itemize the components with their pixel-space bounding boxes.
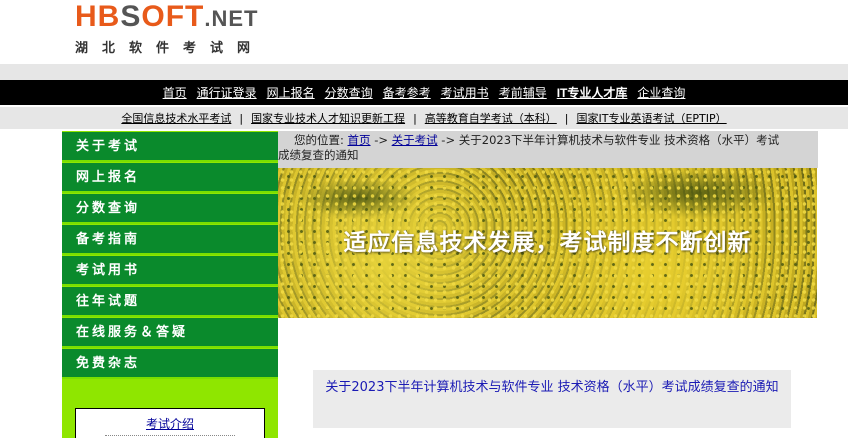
breadcrumb-prefix: 您的位置: xyxy=(294,133,344,147)
logo-part-net: .NET xyxy=(204,6,259,31)
sidebar-menu: 关于考试 网上报名 分数查询 备考指南 考试用书 往年试题 在线服务＆答疑 免费… xyxy=(62,131,278,379)
nav-passport-login[interactable]: 通行证登录 xyxy=(197,84,257,101)
subnav-separator: | xyxy=(564,111,569,125)
nav-exam-books[interactable]: 考试用书 xyxy=(441,84,489,101)
nav-online-registration[interactable]: 网上报名 xyxy=(267,84,315,101)
sidebar-item-exam-books[interactable]: 考试用书 xyxy=(62,255,278,286)
logo-part-oft: OFT xyxy=(141,0,205,33)
article-title: 关于2023下半年计算机技术与软件专业 技术资格（水平）考试成绩复查的通知 xyxy=(313,370,791,428)
nav-company-query[interactable]: 企业查询 xyxy=(637,84,685,101)
subnav-self-study-exam[interactable]: 高等教育自学考试（本科） xyxy=(425,110,557,126)
breadcrumb-current: 关于2023下半年计算机技术与软件专业 技术资格（水平）考试 xyxy=(458,133,780,147)
exam-intro-link[interactable]: 考试介绍 xyxy=(76,415,264,432)
header-divider-strip xyxy=(0,64,848,80)
breadcrumb-home-link[interactable]: 首页 xyxy=(348,133,371,147)
sidebar: 关于考试 网上报名 分数查询 备考指南 考试用书 往年试题 在线服务＆答疑 免费… xyxy=(62,131,278,438)
breadcrumb-arrow: -> xyxy=(441,133,456,147)
nav-home[interactable]: 首页 xyxy=(163,84,187,101)
subnav-separator: | xyxy=(413,111,417,125)
logo-wordmark: HBSOFT.NET xyxy=(75,2,315,34)
breadcrumb-arrow: -> xyxy=(374,133,388,147)
nav-it-talent-pool[interactable]: IT专业人才库 xyxy=(557,84,628,101)
banner-slogan: 适应信息技术发展，考试制度不断创新 xyxy=(343,230,752,256)
subnav-knowledge-update[interactable]: 国家专业技术人才知识更新工程 xyxy=(251,110,405,126)
subnav-it-english-exam[interactable]: 国家IT专业英语考试（EPTIP） xyxy=(577,110,727,126)
sidebar-item-online-service[interactable]: 在线服务＆答疑 xyxy=(62,317,278,348)
site-logo[interactable]: HBSOFT.NET 湖北软件考试网 xyxy=(75,2,315,57)
exam-intro-box: 考试介绍 xyxy=(75,408,265,438)
sidebar-item-about-exam[interactable]: 关于考试 xyxy=(62,131,278,162)
nav-exam-reference[interactable]: 备考参考 xyxy=(383,84,431,101)
sidebar-item-online-registration[interactable]: 网上报名 xyxy=(62,162,278,193)
sidebar-item-free-magazine[interactable]: 免费杂志 xyxy=(62,348,278,379)
main-nav: 首页 通行证登录 网上报名 分数查询 备考参考 考试用书 考前辅导 IT专业人才… xyxy=(0,80,848,105)
banner-image: 适应信息技术发展，考试制度不断创新 xyxy=(278,168,817,318)
nav-score-query[interactable]: 分数查询 xyxy=(325,84,373,101)
breadcrumb-section-link[interactable]: 关于考试 xyxy=(392,133,438,147)
logo-part-s: S xyxy=(120,0,142,33)
sub-nav: 全国信息技术水平考试 | 国家专业技术人才知识更新工程 | 高等教育自学考试（本… xyxy=(0,107,848,129)
breadcrumb-current-continued: 成绩复查的通知 xyxy=(278,148,359,162)
logo-subtitle: 湖北软件考试网 xyxy=(75,41,265,56)
logo-part-hb: HB xyxy=(75,0,121,33)
dotted-divider xyxy=(105,435,235,436)
subnav-separator: | xyxy=(239,111,244,125)
subnav-it-level-exam[interactable]: 全国信息技术水平考试 xyxy=(121,110,231,126)
sidebar-item-score-query[interactable]: 分数查询 xyxy=(62,193,278,224)
sidebar-item-past-papers[interactable]: 往年试题 xyxy=(62,286,278,317)
breadcrumb: 您的位置: 首页 -> 关于考试 -> 关于2023下半年计算机技术与软件专业 … xyxy=(278,131,818,168)
nav-pre-exam-tutoring[interactable]: 考前辅导 xyxy=(499,84,547,101)
sidebar-item-exam-guide[interactable]: 备考指南 xyxy=(62,224,278,255)
